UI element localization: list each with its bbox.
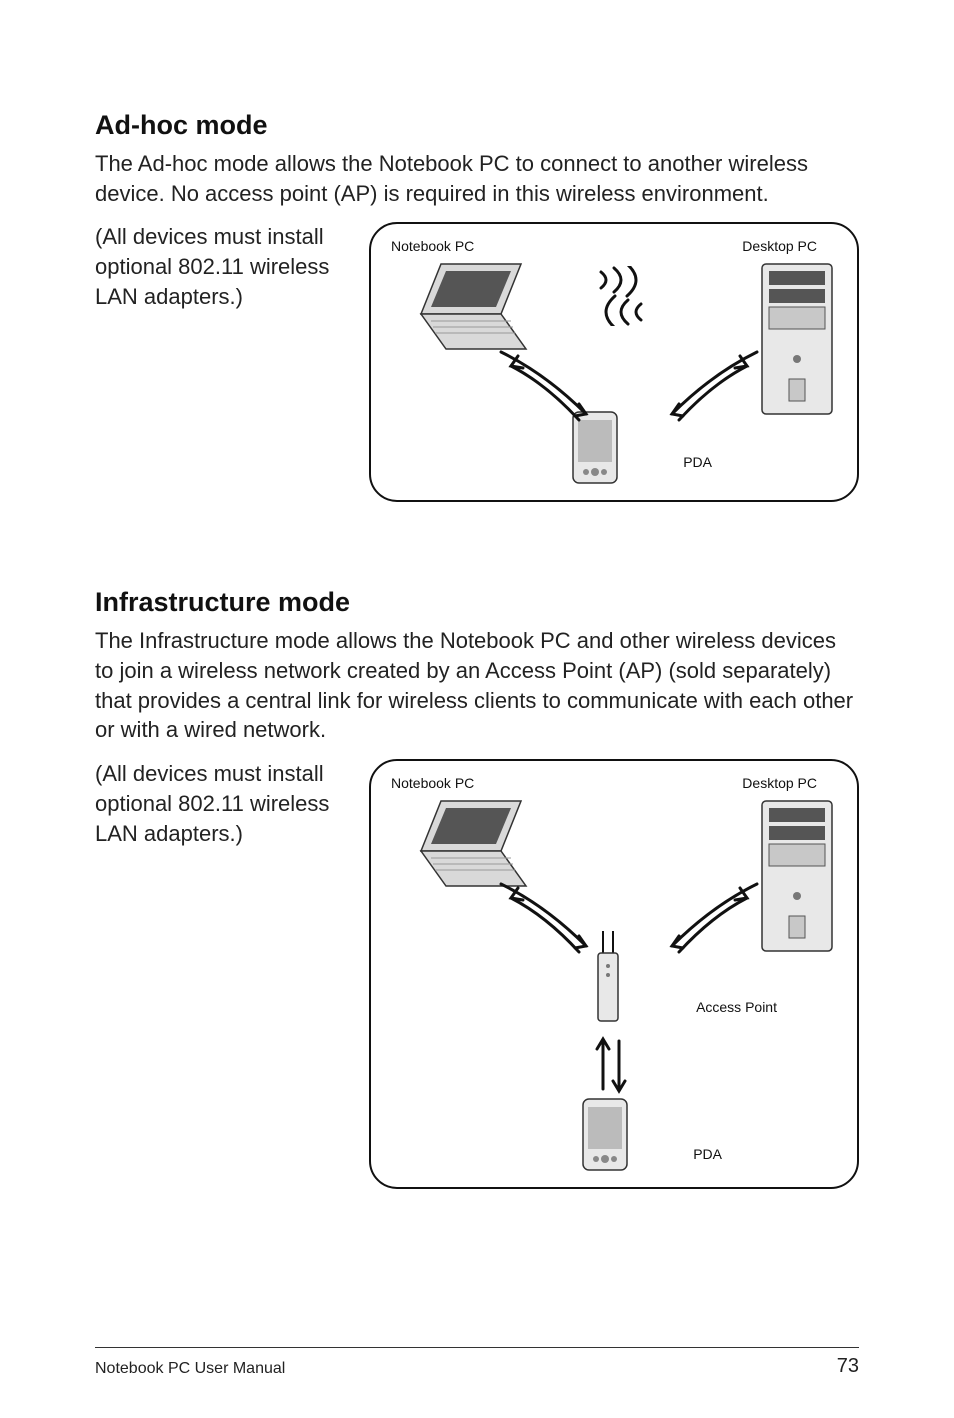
label-desktop: Desktop PC — [742, 238, 817, 254]
curve-arrow-right-icon-2 — [657, 876, 767, 966]
vertical-arrows-icon — [586, 1031, 636, 1101]
curve-arrow-left-icon — [491, 344, 601, 434]
infra-body: The Infrastructure mode allows the Noteb… — [95, 626, 859, 745]
label-pda-2: PDA — [693, 1146, 722, 1162]
label-pda: PDA — [683, 454, 712, 470]
infra-title: Infrastructure mode — [95, 587, 859, 618]
infra-diagram: Notebook PC Desktop PC Access Point PDA — [369, 759, 859, 1189]
page-number: 73 — [837, 1355, 859, 1378]
adhoc-row: (All devices must install optional 802.1… — [95, 222, 859, 502]
label-accesspoint: Access Point — [696, 999, 777, 1015]
adhoc-diagram: Notebook PC Desktop PC PDA — [369, 222, 859, 502]
footer-rule — [95, 1347, 859, 1348]
adhoc-title: Ad-hoc mode — [95, 110, 859, 141]
label-notebook: Notebook PC — [391, 238, 474, 254]
infra-note: (All devices must install optional 802.1… — [95, 759, 355, 1189]
desktop-icon — [757, 259, 837, 419]
pda-icon-2 — [581, 1097, 629, 1172]
curve-arrow-right-icon — [657, 344, 767, 434]
label-desktop-2: Desktop PC — [742, 775, 817, 791]
infra-row: (All devices must install optional 802.1… — [95, 759, 859, 1189]
label-notebook-2: Notebook PC — [391, 775, 474, 791]
adhoc-body: The Ad-hoc mode allows the Notebook PC t… — [95, 149, 859, 208]
footer-left-text: Notebook PC User Manual — [95, 1360, 285, 1378]
curve-arrow-left-icon-2 — [491, 876, 601, 966]
desktop-icon-2 — [757, 796, 837, 956]
adhoc-note: (All devices must install optional 802.1… — [95, 222, 355, 502]
signal-arcs-icon — [566, 266, 676, 326]
